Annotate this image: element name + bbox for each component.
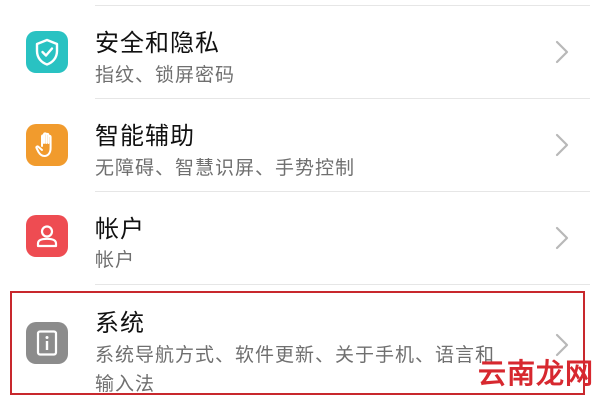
shield-check-icon xyxy=(26,31,68,73)
settings-item-title: 安全和隐私 xyxy=(95,29,220,57)
settings-item-title: 智能辅助 xyxy=(95,122,195,150)
chevron-right-icon xyxy=(555,226,569,250)
chevron-right-icon xyxy=(555,133,569,157)
person-icon xyxy=(26,215,68,257)
settings-item-accounts[interactable]: 帐户 帐户 xyxy=(0,192,600,284)
settings-item-title: 帐户 xyxy=(95,215,145,243)
settings-item-security-privacy[interactable]: 安全和隐私 指纹、锁屏密码 xyxy=(0,6,600,98)
settings-item-subtitle: 帐户 xyxy=(95,249,136,271)
hand-icon xyxy=(26,124,68,166)
settings-item-smart-assistance[interactable]: 智能辅助 无障碍、智慧识屏、手势控制 xyxy=(0,99,600,191)
highlight-box xyxy=(10,291,585,395)
chevron-right-icon xyxy=(555,40,569,64)
settings-item-subtitle: 指纹、锁屏密码 xyxy=(95,64,236,86)
settings-item-subtitle: 无障碍、智慧识屏、手势控制 xyxy=(95,157,356,179)
